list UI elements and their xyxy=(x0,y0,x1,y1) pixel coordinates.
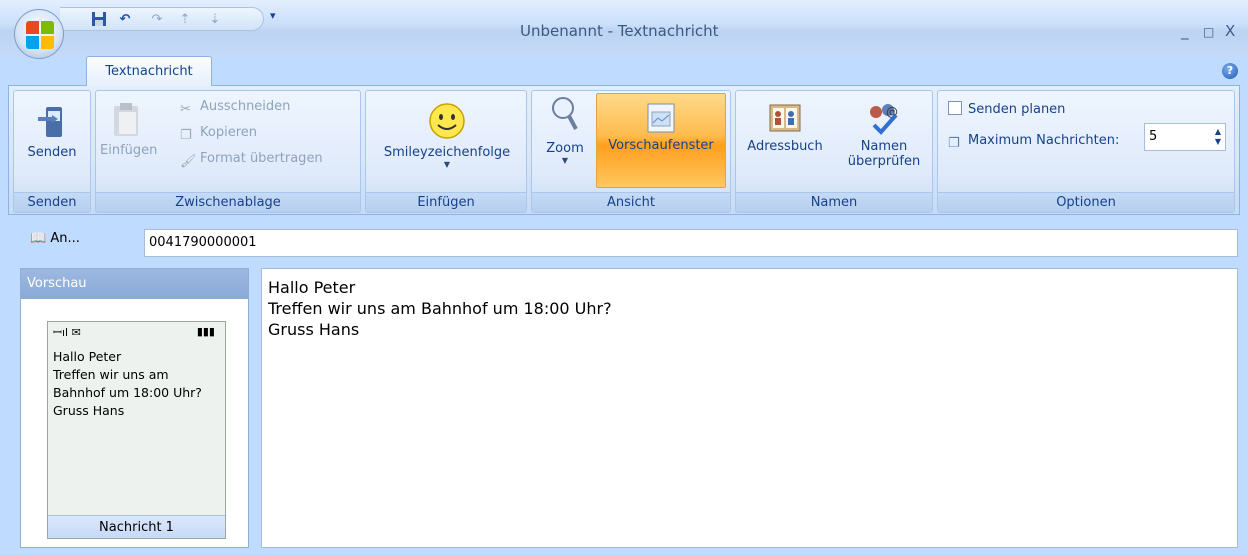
arrow-down-icon[interactable]: ⇣ xyxy=(206,11,224,29)
send-button[interactable]: Senden xyxy=(16,105,88,160)
title-bar: ↶ ↷ ⇡ ⇣ ▾ Unbenannt - Textnachricht _ □ … xyxy=(0,0,1248,57)
group-names: Adressbuch @ Namen überprüfen Namen xyxy=(735,90,933,213)
to-button[interactable]: 📖 An... xyxy=(30,231,80,246)
copy-label: Kopieren xyxy=(200,125,257,140)
tab-textnachricht[interactable]: Textnachricht xyxy=(86,56,212,86)
spinner-arrows-icon[interactable]: ▲ ▼ xyxy=(1215,127,1221,147)
help-icon[interactable]: ? xyxy=(1222,63,1238,79)
save-icon[interactable] xyxy=(90,11,108,29)
window-title: Unbenannt - Textnachricht xyxy=(520,22,719,40)
group-options: Senden planen ❐ Maximum Nachrichten: Opti… xyxy=(937,90,1235,213)
maximize-button[interactable]: □ xyxy=(1203,25,1214,39)
addressbook-button[interactable]: Adressbuch xyxy=(740,101,830,154)
check-names-button[interactable]: @ Namen überprüfen xyxy=(840,101,928,169)
max-messages-spinner[interactable]: 5 ▲ ▼ xyxy=(1144,123,1226,151)
ribbon: Senden Senden Einfügen ✂ Ausschneiden ❐ Ko… xyxy=(8,85,1240,215)
preview-pane: Vorschau ꟷıl ✉ ▮▮▮ Hallo Peter Treffen w… xyxy=(20,268,249,548)
battery-icon: ▮▮▮ xyxy=(196,325,215,338)
schedule-send-checkbox[interactable]: Senden planen xyxy=(948,101,1065,117)
addressbook-label: Adressbuch xyxy=(747,139,823,154)
group-label-insert: Einfügen xyxy=(366,192,526,212)
scissors-icon: ✂ xyxy=(180,102,191,117)
copy-icon: ❐ xyxy=(180,128,192,143)
signal-icon: ꟷıl ✉ xyxy=(53,326,81,339)
group-clipboard: Einfügen ✂ Ausschneiden ❐ Kopieren 🖌 Format… xyxy=(95,90,361,213)
group-insert: Smileyzeichenfolge ▼ Einfügen xyxy=(365,90,527,213)
copy-button[interactable]: ❐ Kopieren xyxy=(180,125,257,144)
arrow-up-icon[interactable]: ⇡ xyxy=(176,11,194,29)
messages-icon: ❐ xyxy=(948,136,960,151)
group-label-options: Optionen xyxy=(938,192,1234,212)
schedule-label: Senden planen xyxy=(968,102,1066,117)
quick-access-toolbar: ↶ ↷ ⇡ ⇣ xyxy=(60,7,264,31)
to-button-label: An... xyxy=(50,231,80,246)
office-logo-icon xyxy=(26,21,54,49)
preview-header: Vorschau xyxy=(21,269,248,299)
preview-footer: Nachricht 1 xyxy=(48,515,225,538)
cut-button[interactable]: ✂ Ausschneiden xyxy=(180,99,290,118)
paste-label: Einfügen xyxy=(100,143,158,158)
office-button[interactable] xyxy=(14,9,64,59)
message-body[interactable]: Hallo Peter Treffen wir uns am Bahnhof u… xyxy=(261,268,1238,548)
paste-button[interactable]: Einfügen xyxy=(100,101,158,158)
send-label: Senden xyxy=(27,145,77,160)
group-senden: Senden Senden xyxy=(13,90,91,213)
group-label-names: Namen xyxy=(736,192,932,212)
close-button[interactable]: X xyxy=(1225,22,1235,40)
group-label-senden: Senden xyxy=(14,192,90,212)
smiley-dropdown-icon: ▼ xyxy=(443,160,451,169)
phone-preview: ꟷıl ✉ ▮▮▮ Hallo Peter Treffen wir uns am… xyxy=(47,321,226,539)
undo-icon[interactable]: ↶ xyxy=(116,11,134,29)
addressbook-small-icon: 📖 xyxy=(30,231,47,246)
smiley-button[interactable]: Smileyzeichenfolge ▼ xyxy=(372,101,522,170)
preview-pane-label: Vorschaufenster xyxy=(608,138,714,153)
magnifier-icon xyxy=(552,97,578,130)
smiley-label: Smileyzeichenfolge xyxy=(383,145,511,160)
redo-icon[interactable]: ↷ xyxy=(148,11,166,29)
preview-message-text: Hallo Peter Treffen wir uns am Bahnhof u… xyxy=(53,349,202,418)
max-messages-value: 5 xyxy=(1149,129,1158,144)
addressbook-icon xyxy=(769,104,801,132)
max-messages-row: ❐ Maximum Nachrichten: xyxy=(948,133,1119,152)
check-names-label-2: überprüfen xyxy=(847,154,921,169)
max-messages-label: Maximum Nachrichten: xyxy=(968,133,1120,148)
clipboard-icon xyxy=(114,103,138,136)
group-view: Zoom ▼ Vorschaufenster Ansicht xyxy=(531,90,731,213)
paintbrush-icon: 🖌 xyxy=(180,154,197,169)
check-names-icon: @ xyxy=(870,104,898,135)
minimize-button[interactable]: _ xyxy=(1181,22,1189,40)
group-label-view: Ansicht xyxy=(532,192,730,212)
zoom-label: Zoom xyxy=(546,141,584,156)
zoom-button[interactable]: Zoom ▼ xyxy=(540,95,590,166)
zoom-dropdown-icon: ▼ xyxy=(561,156,569,165)
group-label-clipboard: Zwischenablage xyxy=(96,192,360,212)
cut-label: Ausschneiden xyxy=(200,99,291,114)
customize-qat-icon[interactable]: ▾ xyxy=(270,9,276,22)
preview-window-icon xyxy=(647,103,675,133)
preview-pane-button[interactable]: Vorschaufenster xyxy=(596,93,726,188)
format-painter-button[interactable]: 🖌 Format übertragen xyxy=(180,151,323,170)
phone-send-icon xyxy=(38,107,62,137)
check-names-label-1: Namen xyxy=(860,139,908,154)
format-painter-label: Format übertragen xyxy=(200,151,323,166)
smiley-icon xyxy=(429,103,465,139)
to-input[interactable]: 0041790000001 xyxy=(144,229,1238,257)
schedule-checkbox-box[interactable] xyxy=(948,101,962,115)
